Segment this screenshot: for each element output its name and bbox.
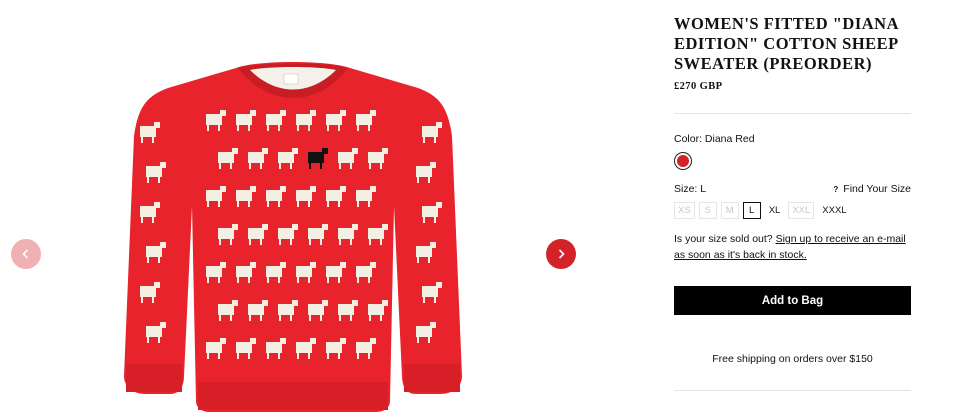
product-price: £270 GBP	[674, 81, 723, 92]
size-option-xxxl[interactable]: XXXL	[818, 202, 850, 219]
question-icon: ?	[833, 184, 839, 194]
product-title: WOMEN'S FITTED "DIANA EDITION" COTTON SH…	[674, 14, 899, 73]
previous-image-button[interactable]	[11, 239, 41, 269]
right-cuff	[404, 364, 460, 392]
size-option-s[interactable]: S	[698, 202, 717, 219]
divider	[674, 113, 911, 114]
size-option-xxl[interactable]: XXL	[788, 202, 815, 219]
chevron-right-icon	[558, 249, 565, 259]
size-option-xs[interactable]: XS	[674, 202, 695, 219]
red-sheep-sweater-image	[124, 62, 462, 412]
soldout-text: Is your size sold out?	[674, 233, 776, 245]
color-label: Color: Diana Red	[674, 133, 755, 145]
find-your-size-label: Find Your Size	[843, 183, 911, 195]
sweater-label	[283, 73, 299, 85]
left-cuff	[126, 364, 182, 392]
size-options: XS S M L XL XXL XXXL	[674, 202, 851, 219]
find-your-size-link[interactable]: ? Find Your Size	[833, 183, 911, 195]
size-option-xl[interactable]: XL	[765, 202, 785, 219]
soldout-notice: Is your size sold out? Sign up to receiv…	[674, 231, 914, 263]
next-image-button[interactable]	[546, 239, 576, 269]
chevron-left-icon	[22, 249, 29, 259]
size-option-l[interactable]: L	[742, 202, 761, 219]
swatch-fill	[677, 155, 689, 167]
divider	[674, 390, 911, 391]
size-option-m[interactable]: M	[720, 202, 739, 219]
color-swatch-diana-red[interactable]	[674, 152, 692, 170]
sweater-hem	[198, 382, 388, 410]
shipping-notice: Free shipping on orders over $150	[712, 353, 873, 365]
add-to-bag-button[interactable]: Add to Bag	[674, 286, 911, 315]
size-label: Size: L	[674, 183, 707, 195]
product-gallery	[0, 0, 600, 415]
